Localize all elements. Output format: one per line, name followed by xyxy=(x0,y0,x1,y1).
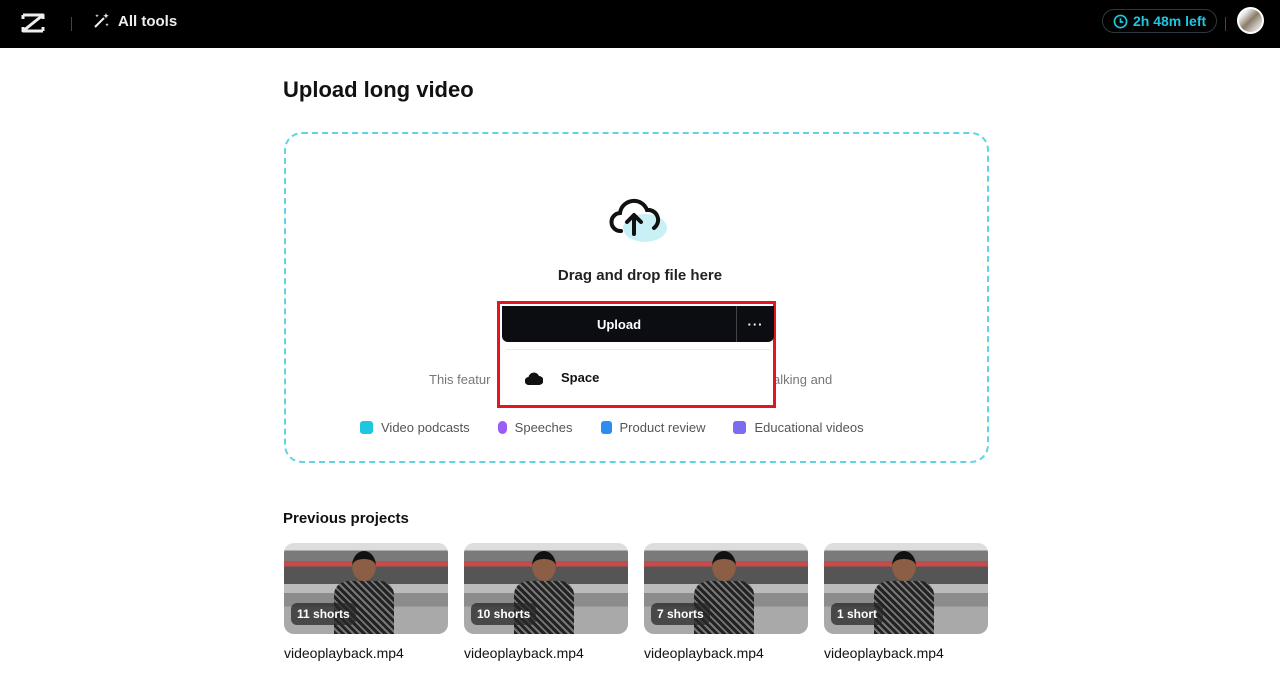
tag-label: Educational videos xyxy=(754,420,864,435)
project-filename: videoplayback.mp4 xyxy=(464,645,584,661)
cloud-upload-icon xyxy=(609,198,667,242)
tag-label: Speeches xyxy=(514,420,573,435)
all-tools-label: All tools xyxy=(118,12,178,30)
divider xyxy=(71,17,72,31)
tag-speeches: Speeches xyxy=(497,420,573,435)
clapperboard-icon xyxy=(733,421,747,434)
previous-projects-title: Previous projects xyxy=(283,510,409,527)
project-card[interactable]: 1 short videoplayback.mp4 xyxy=(824,543,988,661)
tag-label: Product review xyxy=(619,420,706,435)
all-tools-button[interactable]: All tools xyxy=(92,12,177,30)
shorts-count-badge: 7 shorts xyxy=(651,603,710,625)
project-filename: videoplayback.mp4 xyxy=(644,645,764,661)
chat-icon xyxy=(360,421,373,434)
feature-description-cont: alking and xyxy=(773,372,833,387)
drag-drop-text: Drag and drop file here xyxy=(557,267,723,284)
document-edit-icon xyxy=(600,421,612,434)
upload-button-group: Upload ··· xyxy=(502,306,774,342)
tag-label: Video podcasts xyxy=(381,420,470,435)
video-thumbnail[interactable]: 10 shorts xyxy=(464,543,628,634)
shorts-count-badge: 11 shorts xyxy=(291,603,356,625)
more-options-button[interactable]: ··· xyxy=(736,306,774,342)
clock-icon xyxy=(1113,14,1128,28)
top-bar: All tools 2h 48m left xyxy=(0,0,1280,48)
menu-item-space[interactable]: Space xyxy=(503,349,773,405)
project-filename: videoplayback.mp4 xyxy=(284,645,404,661)
project-card[interactable]: 7 shorts videoplayback.mp4 xyxy=(644,543,808,661)
menu-item-label: Space xyxy=(561,370,600,385)
feature-description: This featur xyxy=(429,372,491,387)
upload-button[interactable]: Upload xyxy=(502,306,736,342)
divider xyxy=(1225,17,1226,31)
cloud-icon xyxy=(525,372,543,385)
upload-dropdown: Upload ··· Space xyxy=(497,301,776,408)
capcut-logo[interactable] xyxy=(20,12,46,34)
project-card[interactable]: 10 shorts videoplayback.mp4 xyxy=(464,543,628,661)
time-left-badge[interactable]: 2h 48m left xyxy=(1102,9,1218,33)
video-thumbnail[interactable]: 1 short xyxy=(824,543,988,634)
shorts-count-badge: 1 short xyxy=(831,603,884,625)
project-filename: videoplayback.mp4 xyxy=(824,645,944,661)
microphone-icon xyxy=(497,421,507,434)
page-title: Upload long video xyxy=(283,77,474,102)
file-drop-zone[interactable] xyxy=(284,132,989,463)
tag-educational-videos: Educational videos xyxy=(733,420,864,435)
video-thumbnail[interactable]: 11 shorts xyxy=(284,543,448,634)
time-left-label: 2h 48m left xyxy=(1133,13,1207,29)
shorts-count-badge: 10 shorts xyxy=(471,603,537,625)
use-case-tags: Video podcasts Speeches Product review E… xyxy=(360,420,864,435)
avatar[interactable] xyxy=(1237,7,1264,34)
magic-wand-icon xyxy=(94,13,109,28)
tag-product-review: Product review xyxy=(600,420,706,435)
tag-video-podcasts: Video podcasts xyxy=(360,420,470,435)
video-thumbnail[interactable]: 7 shorts xyxy=(644,543,808,634)
project-card[interactable]: 11 shorts videoplayback.mp4 xyxy=(284,543,448,661)
